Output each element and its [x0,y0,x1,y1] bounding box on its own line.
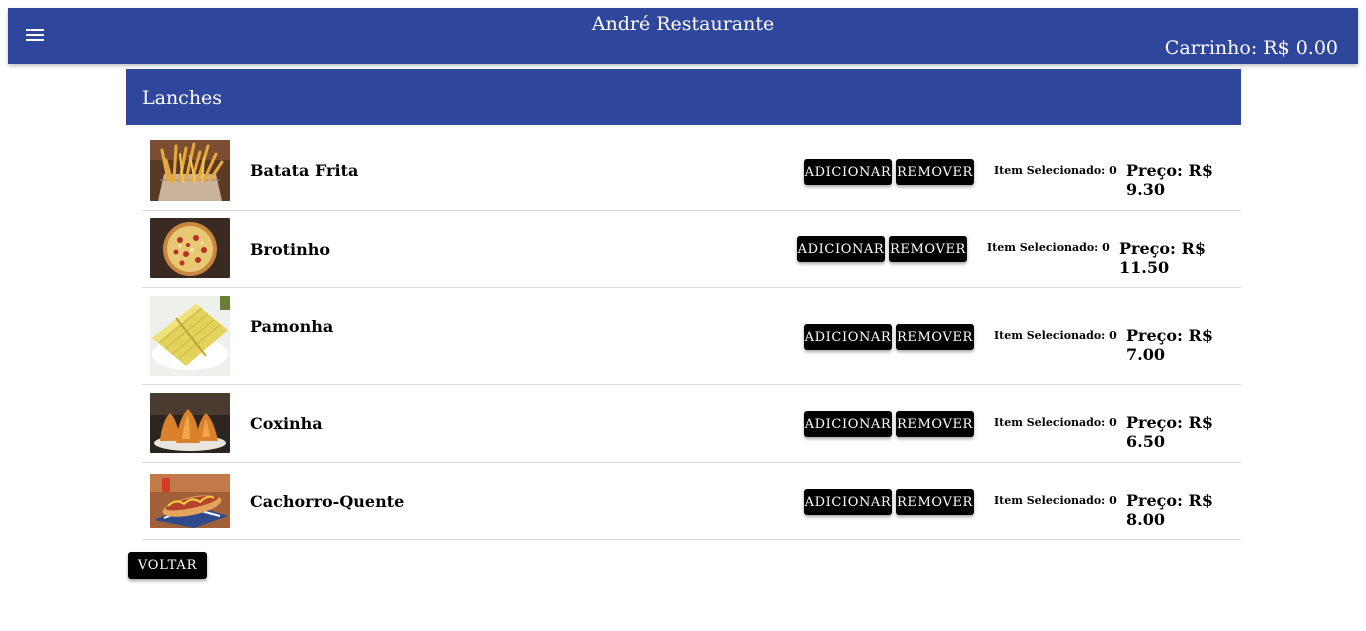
selected-count: Item Selecionado: 0 [994,416,1117,429]
back-button[interactable]: VOLTAR [128,552,207,579]
category-header: Lanches [126,69,1241,125]
product-row: Cachorro-Quente ADICIONAR REMOVER Item S… [142,463,1241,540]
cart-total[interactable]: Carrinho: R$ 0.00 [1165,37,1338,59]
product-row: Batata Frita ADICIONAR REMOVER Item Sele… [142,125,1241,211]
coxinha-image [150,393,230,453]
product-name: Coxinha [250,414,323,433]
remove-button[interactable]: REMOVER [889,236,967,262]
product-price: Preço: R$ 9.30 [1126,161,1213,199]
add-button[interactable]: ADICIONAR [804,489,892,515]
product-row: Brotinho ADICIONAR REMOVER Item Selecion… [142,211,1241,288]
remove-button[interactable]: REMOVER [896,159,974,185]
product-row: Coxinha ADICIONAR REMOVER Item Seleciona… [142,385,1241,463]
remove-button[interactable]: REMOVER [896,324,974,350]
add-button[interactable]: ADICIONAR [804,159,892,185]
product-price: Preço: R$ 11.50 [1119,239,1206,277]
pamonha-image [150,296,230,376]
selected-count: Item Selecionado: 0 [994,494,1117,507]
add-button[interactable]: ADICIONAR [797,236,885,262]
selected-count: Item Selecionado: 0 [994,164,1117,177]
product-row: Pamonha ADICIONAR REMOVER Item Seleciona… [142,288,1241,385]
add-button[interactable]: ADICIONAR [804,411,892,437]
remove-button[interactable]: REMOVER [896,489,974,515]
add-button[interactable]: ADICIONAR [804,324,892,350]
fries-image [150,140,230,201]
product-name: Pamonha [250,317,334,336]
product-name: Brotinho [250,240,331,259]
selected-count: Item Selecionado: 0 [987,241,1110,254]
remove-button[interactable]: REMOVER [896,411,974,437]
product-name: Cachorro-Quente [250,492,405,511]
app-bar: André Restaurante Carrinho: R$ 0.00 [8,8,1358,64]
app-title: André Restaurante [591,13,775,35]
product-list: Batata Frita ADICIONAR REMOVER Item Sele… [142,125,1241,540]
product-price: Preço: R$ 8.00 [1126,491,1213,529]
product-name: Batata Frita [250,161,359,180]
product-price: Preço: R$ 6.50 [1126,413,1213,451]
hotdog-image [150,474,230,528]
product-price: Preço: R$ 7.00 [1126,326,1213,364]
pizza-image [150,218,230,278]
selected-count: Item Selecionado: 0 [994,329,1117,342]
